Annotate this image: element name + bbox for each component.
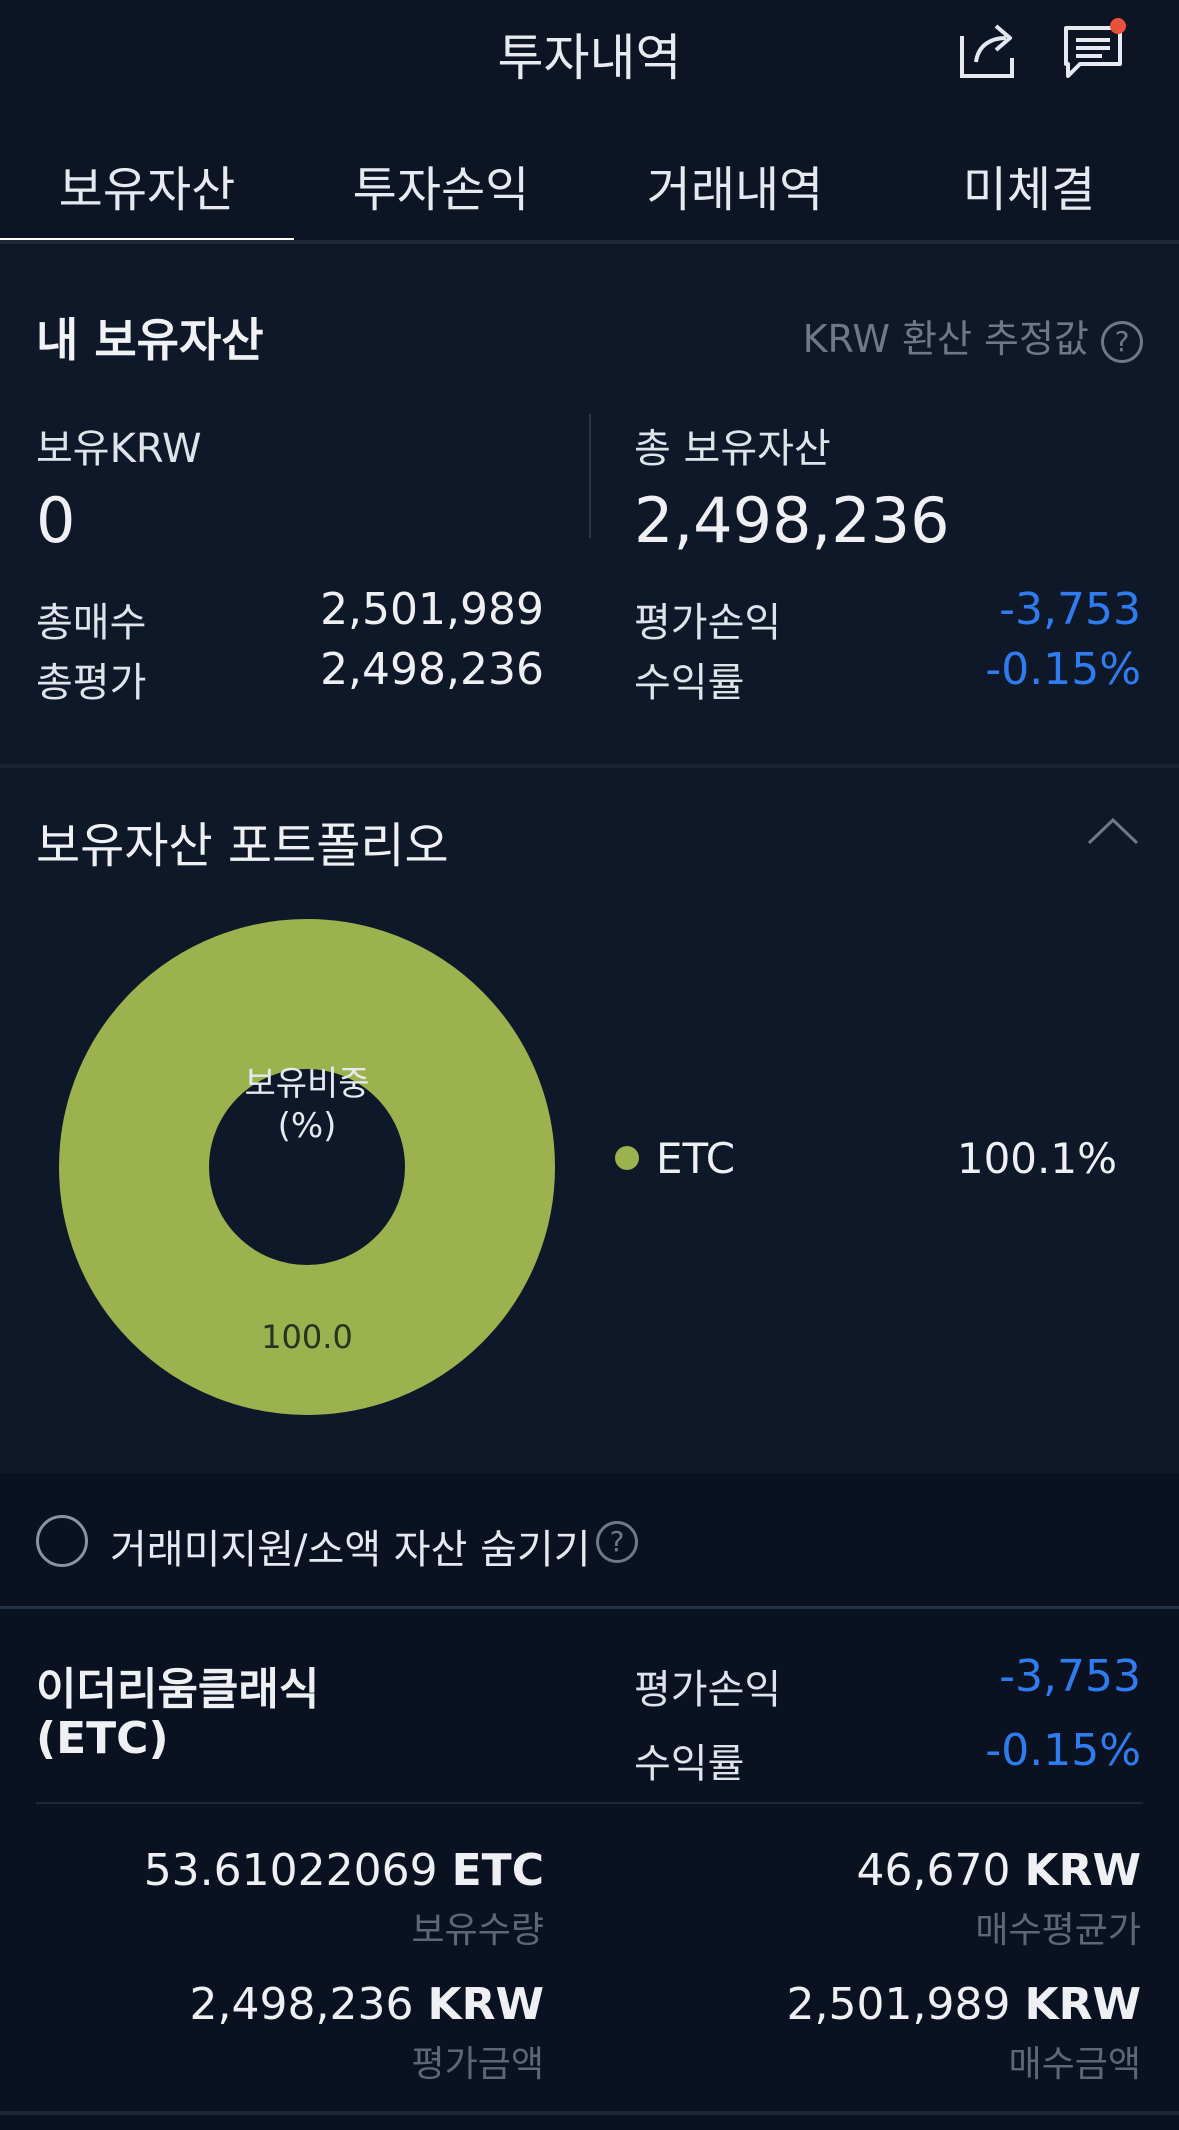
quantity-label: 보유수량 (411, 1910, 544, 1951)
pie-slice-etc (59, 919, 555, 1415)
hide-small-assets-row[interactable]: 거래미지원/소액 자산 숨기기 ? (0, 1473, 1179, 1608)
asset-rate-value: -0.15% (985, 1725, 1141, 1776)
buy-amount-value: 2,501,989 (786, 1979, 1011, 2030)
pnl-label: 평가손익 (634, 600, 782, 646)
holdings-summary: 내 보유자산 KRW 환산 추정값 ? 보유KRW 0 총 보유자산 2,498… (0, 244, 1179, 764)
chart-center-title: 보유비중 (244, 1064, 369, 1104)
message-list-icon[interactable] (1062, 18, 1126, 82)
asset-pnl-value: -3,753 (999, 1651, 1141, 1702)
buy-amount-label: 매수금액 (1008, 2044, 1141, 2085)
quantity-unit: ETC (451, 1845, 544, 1896)
asset-ticker: (ETC) (36, 1713, 169, 1764)
hide-small-assets-radio[interactable] (36, 1515, 88, 1567)
legend-name: ETC (656, 1134, 736, 1183)
legend-dot (615, 1146, 639, 1170)
tab-bar: 보유자산 투자손익 거래내역 미체결 (0, 110, 1179, 244)
asset-card[interactable]: 이더리움클래식 (ETC) 평가손익 -3,753 수익률 -0.15% 53.… (0, 1609, 1179, 2130)
quantity: 53.61022069 ETC (144, 1845, 544, 1896)
pie-slice-label: 100.0 (261, 1318, 353, 1356)
krw-value: 0 (36, 484, 76, 557)
total-eval-label: 총평가 (36, 660, 147, 706)
legend-percent: 100.1% (956, 1134, 1117, 1183)
tab-holdings[interactable]: 보유자산 (0, 150, 294, 220)
portfolio-title: 보유자산 포트폴리오 (36, 818, 449, 874)
eval-amount-label: 평가금액 (411, 2044, 544, 2085)
portfolio-donut-chart: 보유비중 (%) 100.0 (59, 919, 555, 1415)
chevron-up-icon[interactable] (1086, 816, 1140, 846)
notification-dot (1110, 18, 1126, 34)
share-icon[interactable] (956, 18, 1020, 82)
chart-center-unit: (%) (278, 1106, 337, 1146)
total-eval-value: 2,498,236 (320, 644, 544, 695)
tab-history[interactable]: 거래내역 (588, 150, 882, 220)
hide-small-assets-label: 거래미지원/소액 자산 숨기기 (110, 1527, 591, 1573)
tab-unfilled[interactable]: 미체결 (882, 150, 1176, 220)
asset-pnl-label: 평가손익 (634, 1667, 782, 1713)
avg-price: 46,670 KRW (857, 1845, 1141, 1896)
krw-label: 보유KRW (36, 426, 202, 472)
app-header: 투자내역 (0, 0, 1179, 100)
estimate-note-label: KRW 환산 추정값 (802, 317, 1089, 361)
asset-rate-label: 수익률 (634, 1741, 745, 1787)
quantity-value: 53.61022069 (143, 1845, 438, 1896)
divider (36, 1802, 1143, 1804)
section-title: 내 보유자산 (36, 313, 264, 367)
eval-amount-unit: KRW (427, 1979, 544, 2030)
avg-price-label: 매수평균가 (975, 1910, 1141, 1951)
vertical-divider (589, 414, 591, 538)
total-buy-value: 2,501,989 (320, 584, 544, 635)
tab-profit[interactable]: 투자손익 (294, 150, 588, 220)
asset-name: 이더리움클래식 (36, 1664, 320, 1715)
eval-amount-value: 2,498,236 (189, 1979, 414, 2030)
avg-price-unit: KRW (1024, 1845, 1141, 1896)
pnl-value: -3,753 (999, 584, 1141, 635)
buy-amount: 2,501,989 KRW (787, 1979, 1141, 2030)
avg-price-value: 46,670 (856, 1845, 1011, 1896)
total-buy-label: 총매수 (36, 600, 147, 646)
eval-amount: 2,498,236 KRW (190, 1979, 544, 2030)
buy-amount-unit: KRW (1024, 1979, 1141, 2030)
total-assets-label: 총 보유자산 (634, 426, 831, 472)
rate-label: 수익률 (634, 660, 745, 706)
rate-value: -0.15% (985, 644, 1141, 695)
total-assets-value: 2,498,236 (634, 484, 950, 557)
divider (0, 2111, 1179, 2115)
estimate-note[interactable]: KRW 환산 추정값 ? (803, 308, 1143, 363)
help-icon[interactable]: ? (596, 1521, 638, 1563)
portfolio-section: 보유자산 포트폴리오 보유비중 (%) 100.0 ETC 100.1% (0, 768, 1179, 1473)
help-icon[interactable]: ? (1101, 320, 1143, 363)
